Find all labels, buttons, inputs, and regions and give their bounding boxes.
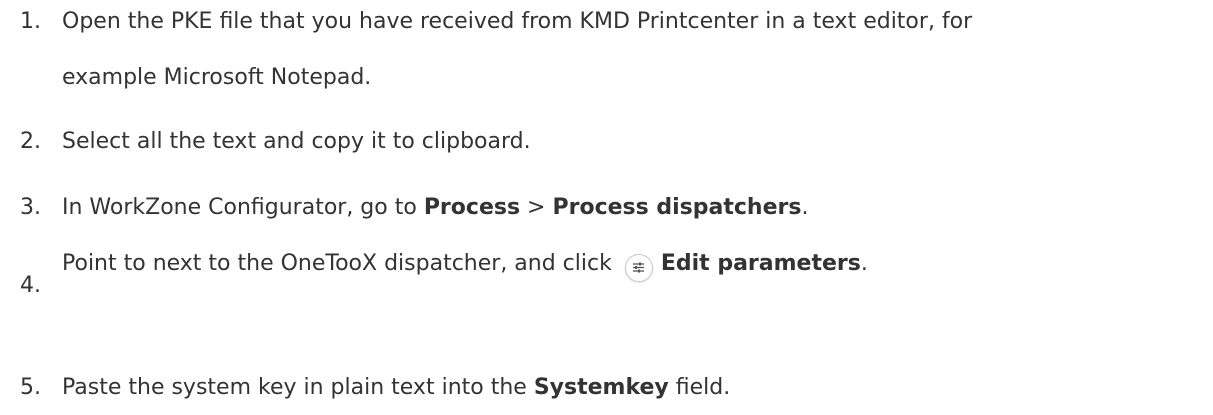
systemkey-field-name: Systemkey	[533, 375, 669, 400]
edit-parameters-icon[interactable]	[624, 254, 653, 282]
step-text-end: field.	[668, 375, 731, 400]
step-text: Select all the text and copy it to clipb…	[62, 129, 531, 154]
step-text: Open the PKE file that you have received…	[62, 9, 973, 34]
procedure-steps: 1. Open the PKE file that you have receiv…	[0, 0, 1213, 415]
step-2: 2. Select all the text and copy it to cli…	[20, 128, 1203, 156]
step-4: Point to next to the OneTooX dispatcher,…	[62, 250, 1203, 282]
step-number: 3.	[20, 195, 41, 220]
step-3: 3. In WorkZone Configurator, go to Proces…	[20, 194, 1203, 222]
edit-parameters-label: Edit parameters	[660, 251, 861, 276]
step-number: 5.	[20, 375, 41, 400]
step-text-end: .	[860, 251, 868, 276]
step-text: Paste the system key in plain text into …	[62, 375, 534, 400]
step-number-4: 4.	[20, 273, 41, 298]
step-1-continuation: example Microsoft Notepad.	[62, 65, 372, 90]
menu-path-process: Process	[423, 195, 521, 220]
menu-separator: >	[520, 195, 553, 220]
step-number: 1.	[20, 9, 41, 34]
step-text-end: .	[801, 195, 809, 220]
menu-path-process-dispatchers: Process dispatchers	[552, 195, 802, 220]
step-1: 1. Open the PKE file that you have receiv…	[20, 8, 1203, 36]
step-5: 5. Paste the system key in plain text int…	[20, 374, 1203, 402]
step-text: Point to next to the OneTooX dispatcher,…	[62, 251, 619, 276]
step-text: In WorkZone Configurator, go to	[62, 195, 424, 220]
sliders-icon	[632, 262, 644, 273]
step-number: 2.	[20, 129, 41, 154]
